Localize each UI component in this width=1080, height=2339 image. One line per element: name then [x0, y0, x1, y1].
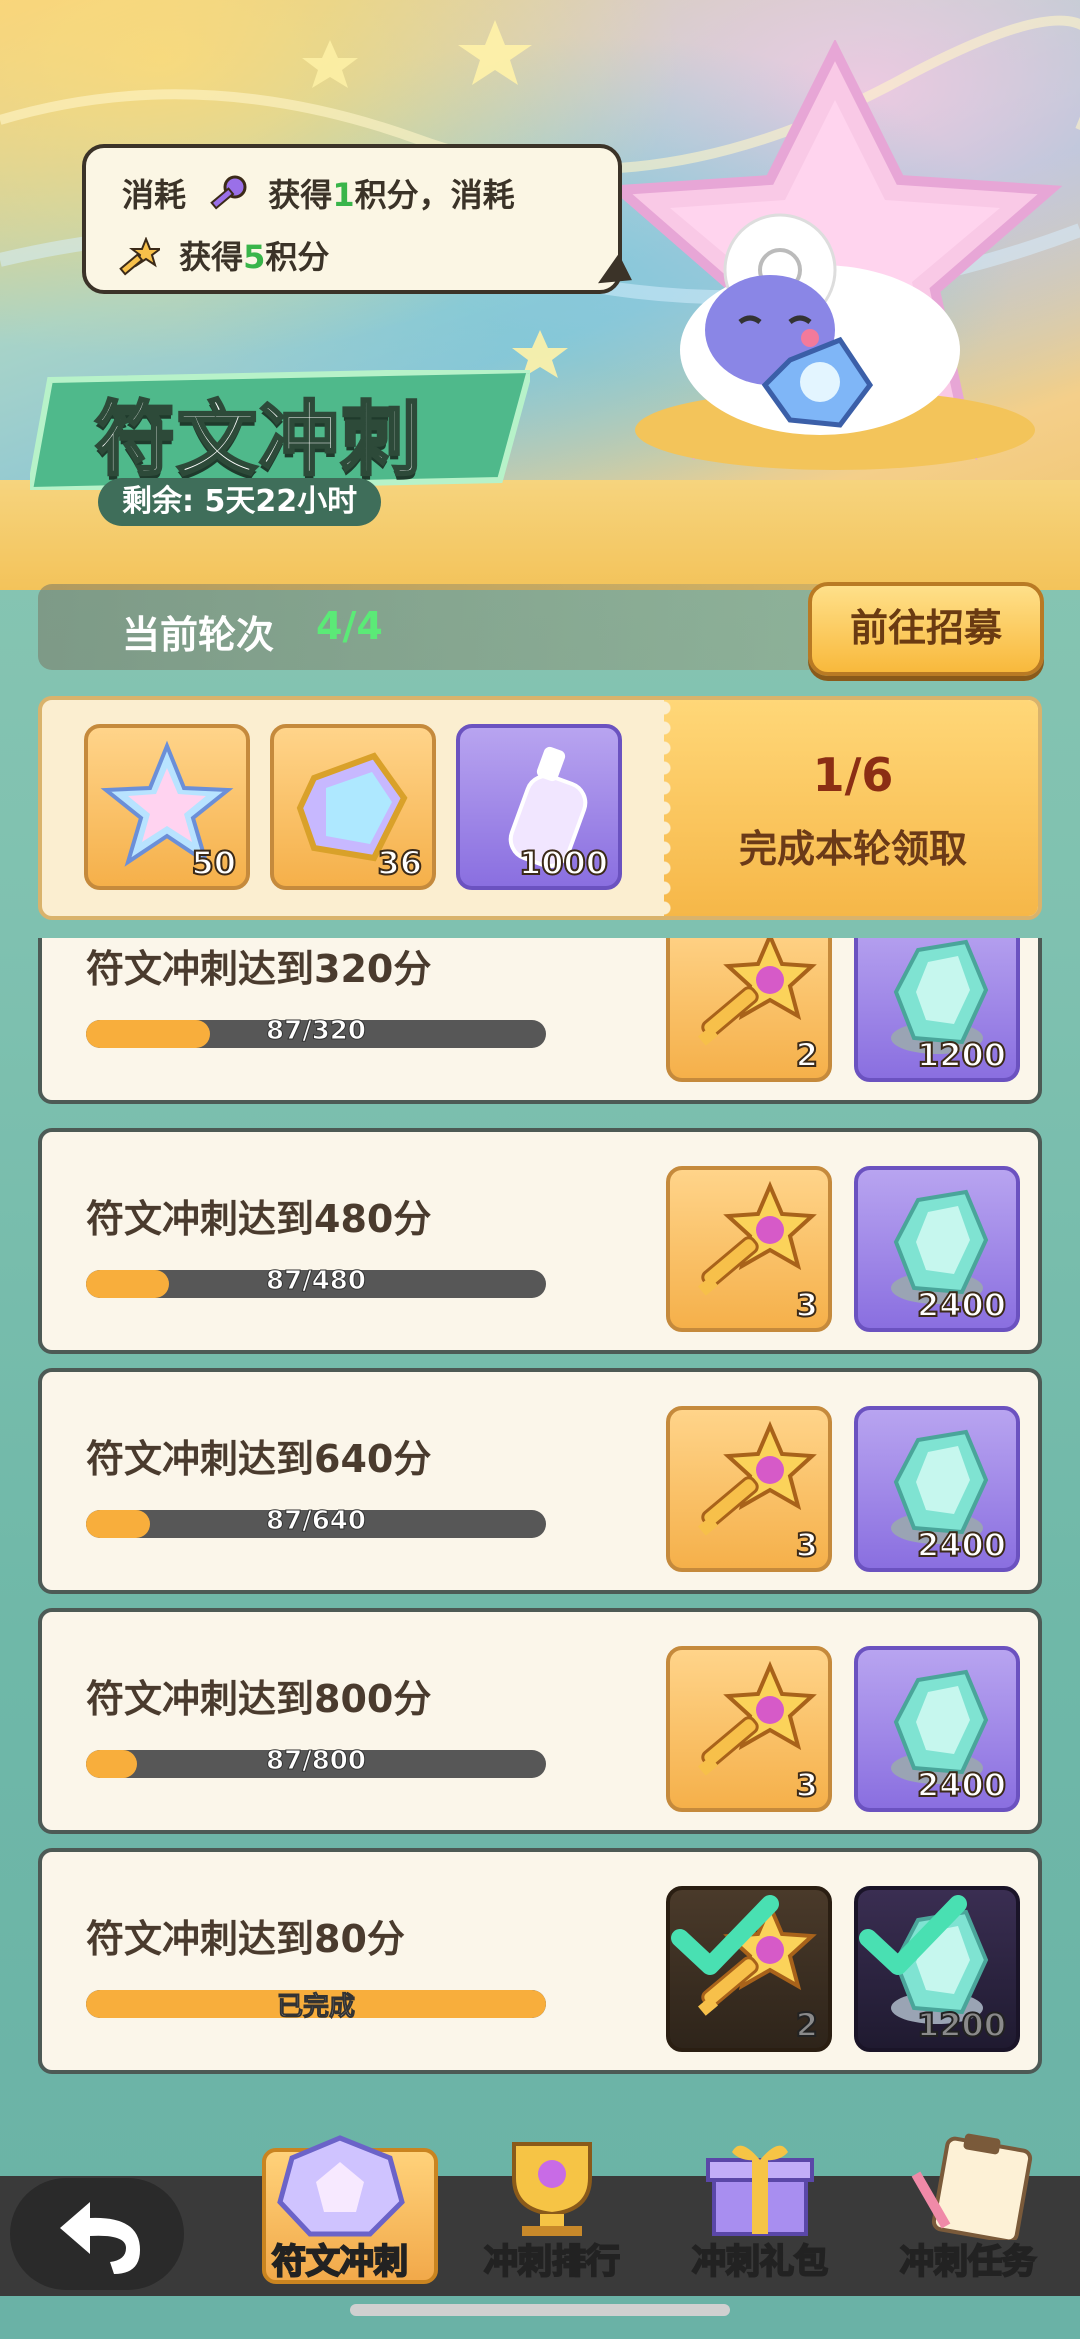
task-title: 符文冲刺达到480分 — [86, 1197, 432, 1241]
task-progress-text: 87/800 — [266, 1746, 367, 1777]
task-title: 符文冲刺达到640分 — [86, 1437, 432, 1481]
round-value: 4/4 — [316, 604, 383, 648]
event-title: 符文冲刺 — [94, 392, 423, 488]
sheep-mascot-icon — [680, 213, 960, 435]
tip-points-1: 1 — [332, 176, 355, 214]
task-reward-item[interactable]: 1200 — [854, 938, 1020, 1082]
task-reward-item[interactable]: 2400 — [854, 1406, 1020, 1572]
tip-gain-label: 获得 — [268, 176, 333, 214]
round-reward-item[interactable]: 36 — [270, 724, 436, 890]
round-reward-panel: 50 36 1000 1/6 完成本轮领取 — [38, 696, 1042, 920]
task-card: 符文冲刺达到480分 87/480 3 2400 — [38, 1128, 1042, 1354]
item-count: 2 — [795, 1035, 819, 1075]
task-card: 符文冲刺达到640分 87/640 3 2400 — [38, 1368, 1042, 1594]
item-count: 2 — [795, 2005, 819, 2045]
task-title: 符文冲刺达到800分 — [86, 1677, 432, 1721]
tip-points-5: 5 — [243, 238, 266, 276]
task-reward-item[interactable]: 1200 — [854, 1886, 1020, 2052]
item-count: 2400 — [916, 1285, 1007, 1325]
back-button[interactable] — [10, 2178, 184, 2290]
tip-points-unit: 积分 — [265, 238, 330, 276]
task-card: 符文冲刺达到80分已完成 2 1200 — [38, 1848, 1042, 2074]
gift-icon — [706, 2145, 814, 2236]
task-progress-text: 已完成 — [276, 1992, 355, 2023]
item-count: 1000 — [518, 843, 609, 883]
task-reward-item[interactable]: 2400 — [854, 1646, 1020, 1812]
back-arrow-icon — [60, 2202, 140, 2274]
gold-key-icon — [119, 237, 160, 276]
trophy-icon — [512, 2142, 592, 2236]
task-progress-text: 87/640 — [266, 1506, 367, 1537]
task-reward-item[interactable]: 3 — [666, 1646, 832, 1812]
round-reward-item[interactable]: 1000 — [456, 724, 622, 890]
remaining-time: 剩余: 5天22小时 — [98, 478, 382, 526]
tab-label: 符文冲刺 — [271, 2241, 409, 2283]
task-reward-item[interactable]: 2 — [666, 1886, 832, 2052]
task-list[interactable]: 符文冲刺达到320分 87/320 2 1200 符文冲刺达到480分 87/480 3 24… — [0, 938, 1080, 2078]
check-icon — [859, 1895, 967, 1975]
item-count: 1200 — [916, 1035, 1007, 1075]
tab-sprint-ranking[interactable]: 冲刺排行 — [452, 2130, 652, 2320]
tip-gain-label-2: 获得 — [179, 238, 244, 276]
task-progress-text: 87/480 — [266, 1266, 367, 1297]
tab-sprint-gift[interactable]: 冲刺礼包 — [660, 2130, 860, 2320]
tip-rest-label: 积分，消耗 — [354, 176, 515, 214]
tip-consume-label: 消耗 — [122, 176, 187, 214]
item-count: 50 — [190, 843, 237, 883]
purple-key-icon — [210, 175, 247, 210]
task-reward-item[interactable]: 2400 — [854, 1166, 1020, 1332]
tab-label: 冲刺任务 — [899, 2241, 1037, 2283]
tip-line-2: 获得5积分 — [119, 232, 330, 281]
round-reward-item[interactable]: 50 — [84, 724, 250, 890]
task-reward-item[interactable]: 3 — [666, 1166, 832, 1332]
go-recruit-button[interactable]: 前往招募 — [808, 582, 1044, 676]
check-icon — [671, 1895, 779, 1975]
item-count: 3 — [795, 1525, 819, 1565]
task-title: 符文冲刺达到80分 — [86, 1917, 405, 1961]
task-reward-item[interactable]: 2 — [666, 938, 832, 1082]
item-count: 3 — [795, 1285, 819, 1325]
round-label: 当前轮次 — [122, 613, 275, 657]
points-tip-bubble: 消耗 获得1积分，消耗 获得5积分 — [82, 144, 622, 294]
task-progress-text: 87/320 — [266, 1016, 367, 1047]
item-count: 2400 — [916, 1525, 1007, 1565]
task-card: 符文冲刺达到800分 87/800 3 2400 — [38, 1608, 1042, 1834]
item-count: 1200 — [916, 2005, 1007, 2045]
item-count: 36 — [376, 843, 423, 883]
home-indicator[interactable] — [350, 2304, 730, 2316]
tab-rune-sprint[interactable]: 符文冲刺 — [240, 2130, 440, 2320]
item-count: 2400 — [916, 1765, 1007, 1805]
tip-line-1: 消耗 获得1积分，消耗 — [122, 170, 515, 219]
round-claim-desc: 完成本轮领取 — [738, 827, 967, 871]
task-card: 符文冲刺达到320分 87/320 2 1200 — [38, 938, 1042, 1104]
clipboard-icon — [911, 2133, 1033, 2240]
tab-label: 冲刺排行 — [483, 2241, 621, 2283]
item-count: 3 — [795, 1765, 819, 1805]
round-claim-area[interactable]: 1/6 完成本轮领取 — [656, 700, 1038, 916]
tab-label: 冲刺礼包 — [691, 2241, 829, 2283]
tab-sprint-task[interactable]: 冲刺任务 — [868, 2130, 1068, 2320]
round-progress: 1/6 — [812, 748, 894, 802]
task-title: 符文冲刺达到320分 — [86, 947, 432, 991]
gem-icon — [277, 2135, 405, 2237]
task-reward-item[interactable]: 3 — [666, 1406, 832, 1572]
